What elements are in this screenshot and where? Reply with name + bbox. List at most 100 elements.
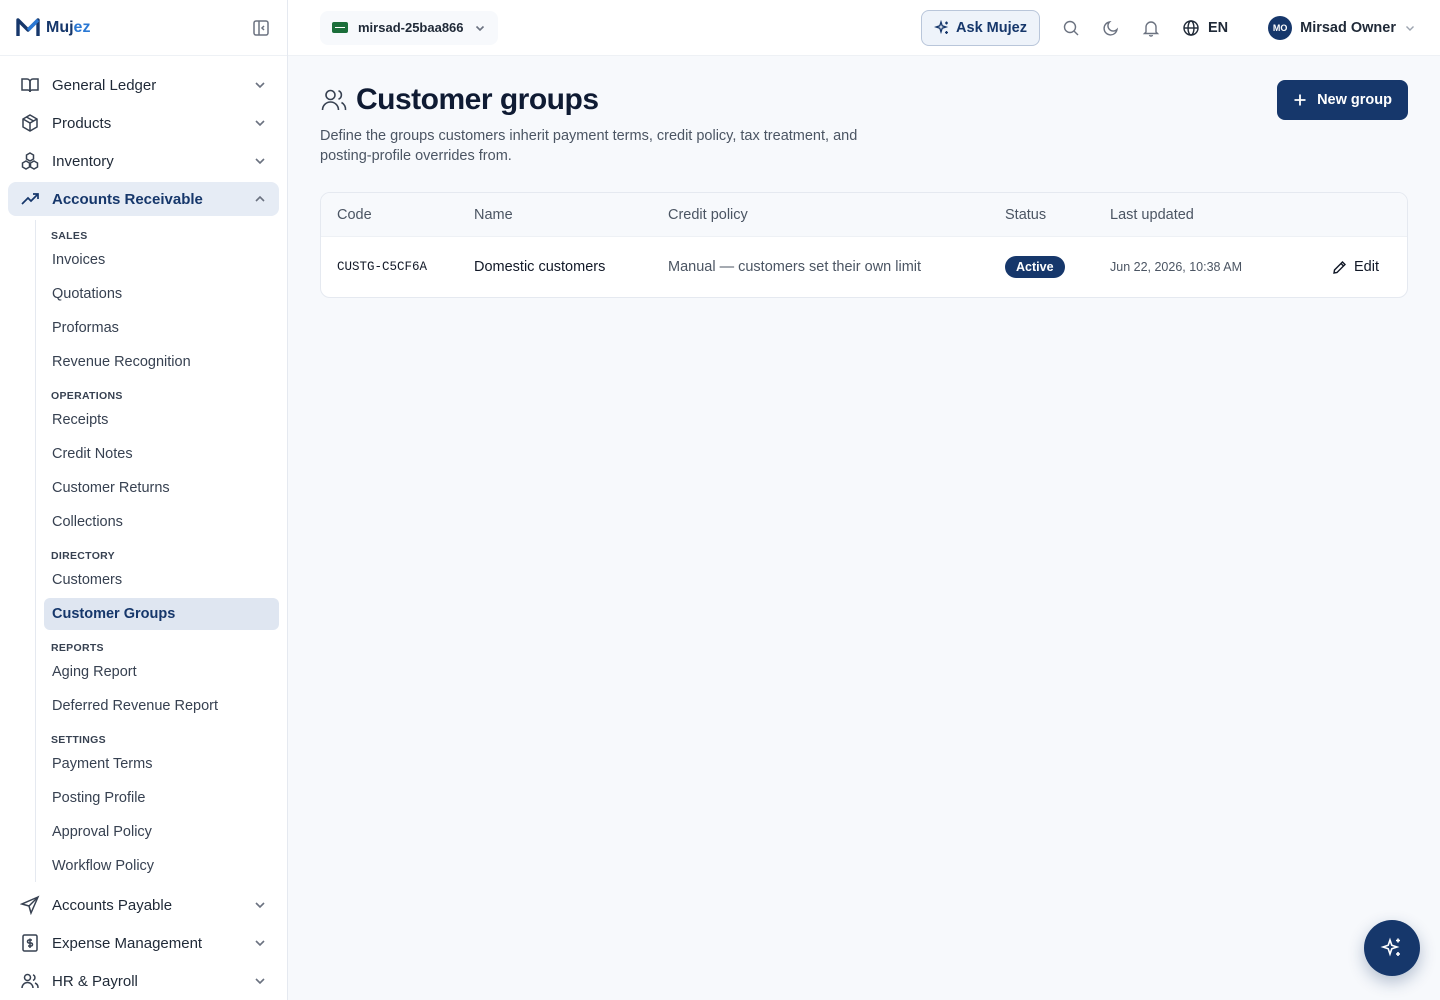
sidebar-item-posting-profile[interactable]: Posting Profile (44, 782, 279, 814)
sidebar-item-accounts-receivable[interactable]: Accounts Receivable (8, 182, 279, 216)
sidebar-item-accounts-payable[interactable]: Accounts Payable (8, 888, 279, 922)
tenant-switcher[interactable]: mirsad-25baa866 (320, 10, 498, 45)
sidebar-item-customer-groups[interactable]: Customer Groups (44, 598, 279, 630)
sidebar-item-proformas[interactable]: Proformas (44, 312, 279, 344)
language-switcher[interactable]: EN (1182, 19, 1228, 37)
sparkles-icon (934, 19, 949, 34)
ask-mujez-label: Ask Mujez (956, 19, 1027, 36)
chevron-down-icon (475, 25, 484, 31)
brand-name[interactable]: Mujez (46, 19, 90, 37)
sidebar-item-credit-notes[interactable]: Credit Notes (44, 438, 279, 470)
main-content: Customer groups New group Define the gro… (320, 80, 1408, 298)
status-cell: Active (1005, 256, 1110, 278)
column-header-status[interactable]: Status (1005, 207, 1110, 223)
sidebar-item-deferred-revenue-report[interactable]: Deferred Revenue Report (44, 690, 279, 722)
language-label: EN (1207, 19, 1229, 36)
ai-assistant-fab[interactable] (1364, 920, 1420, 976)
submenu-heading-reports: REPORTS (51, 642, 104, 654)
sparkles-icon (1380, 937, 1400, 957)
sidebar-item-products[interactable]: Products (8, 106, 279, 140)
sidebar-item-quotations[interactable]: Quotations (44, 278, 279, 310)
avatar: MO (1268, 15, 1293, 40)
sidebar-item-hr-payroll[interactable]: HR & Payroll (8, 964, 279, 998)
submenu-heading-operations: OPERATIONS (51, 390, 123, 402)
trending-up-icon (21, 193, 39, 205)
last-updated: Jun 22, 2026, 10:38 AM (1110, 260, 1243, 274)
page-title: Customer groups (356, 83, 599, 116)
actions-cell: Edit (1330, 259, 1407, 275)
edit-button[interactable]: Edit (1332, 259, 1379, 275)
chevron-down-icon (255, 120, 265, 127)
ask-mujez-button[interactable]: Ask Mujez (921, 9, 1040, 46)
sidebar-item-revenue-recognition[interactable]: Revenue Recognition (44, 346, 279, 378)
sidebar-item-inventory[interactable]: Inventory (8, 144, 279, 178)
moon-icon[interactable] (1102, 19, 1120, 37)
user-menu[interactable]: MO Mirsad Owner (1268, 15, 1416, 40)
sidebar-item-approval-policy[interactable]: Approval Policy (44, 816, 279, 848)
new-group-label: New group (1317, 92, 1392, 108)
group-credit-policy: Manual — customers set their own limit (668, 259, 922, 275)
column-header-name[interactable]: Name (474, 207, 668, 223)
chevron-down-icon (255, 940, 265, 947)
edit-label: Edit (1354, 259, 1379, 275)
receipt-icon (22, 934, 38, 952)
plus-icon (1294, 94, 1306, 106)
customer-groups-table: Code Name Credit policy Status Last upda… (320, 192, 1408, 298)
page-header: Customer groups New group (320, 80, 1408, 120)
column-header-code[interactable]: Code (321, 207, 474, 223)
chevron-down-icon (255, 158, 265, 165)
sidebar-item-expense-management[interactable]: Expense Management (8, 926, 279, 960)
search-icon[interactable] (1062, 19, 1080, 37)
accounts-receivable-submenu: SALES Invoices Quotations Proformas Reve… (35, 220, 287, 882)
sidebar: Mujez General Ledger Products Inventory … (0, 0, 288, 1000)
status-badge: Active (1005, 256, 1065, 278)
send-icon (20, 895, 40, 915)
logo-bar: Mujez (0, 0, 287, 56)
topbar-actions: Ask Mujez EN MO Mirsad Owner (921, 9, 1416, 46)
chevron-down-icon (1406, 25, 1414, 31)
sidebar-item-label: General Ledger (52, 76, 157, 94)
chevron-down-icon (255, 978, 265, 985)
chevron-down-icon (255, 82, 265, 89)
sidebar-item-label: Accounts Receivable (52, 190, 203, 208)
sidebar-item-general-ledger[interactable]: General Ledger (8, 68, 279, 102)
brand-name-part: Muj (46, 18, 74, 36)
bell-icon[interactable] (1142, 19, 1160, 37)
sidebar-item-label: Expense Management (52, 934, 203, 952)
column-header-last-updated[interactable]: Last updated (1110, 207, 1330, 223)
submenu-heading-directory: DIRECTORY (51, 550, 115, 562)
submenu-heading-sales: SALES (51, 230, 88, 242)
logo-icon (16, 17, 40, 36)
sidebar-item-label: Products (52, 114, 112, 132)
group-name: Domestic customers (474, 259, 606, 275)
user-name: Mirsad Owner (1300, 19, 1396, 36)
sidebar-collapse-icon[interactable] (251, 18, 271, 38)
table-row[interactable]: CUSTG-C5CF6A Domestic customers Manual —… (321, 237, 1407, 297)
globe-icon (1183, 19, 1199, 36)
chevron-down-icon (255, 902, 265, 909)
users-icon (321, 89, 347, 111)
sidebar-item-label: HR & Payroll (52, 972, 138, 990)
chevron-up-icon (255, 195, 265, 202)
tenant-name: mirsad-25baa866 (358, 20, 464, 35)
sidebar-item-invoices[interactable]: Invoices (44, 244, 279, 276)
brand-name-accent: ez (73, 18, 91, 36)
sidebar-item-collections[interactable]: Collections (44, 506, 279, 538)
sidebar-item-receipts[interactable]: Receipts (44, 404, 279, 436)
sidebar-item-customer-returns[interactable]: Customer Returns (44, 472, 279, 504)
boxes-icon (21, 152, 39, 170)
sidebar-item-label: Inventory (52, 152, 114, 170)
column-header-credit-policy[interactable]: Credit policy (668, 207, 1005, 223)
flag-icon (332, 22, 348, 33)
topbar: mirsad-25baa866 Ask Mujez EN MO Mirsad O… (288, 0, 1440, 56)
new-group-button[interactable]: New group (1277, 80, 1408, 120)
book-icon (21, 78, 39, 93)
sidebar-item-aging-report[interactable]: Aging Report (44, 656, 279, 688)
box-icon (22, 114, 38, 132)
sidebar-item-payment-terms[interactable]: Payment Terms (44, 748, 279, 780)
sidebar-item-label: Accounts Payable (52, 896, 173, 914)
sidebar-item-workflow-policy[interactable]: Workflow Policy (44, 850, 279, 882)
sidebar-item-customers[interactable]: Customers (44, 564, 279, 596)
page-description: Define the groups customers inherit paym… (320, 128, 858, 164)
table-header: Code Name Credit policy Status Last upda… (321, 193, 1407, 237)
